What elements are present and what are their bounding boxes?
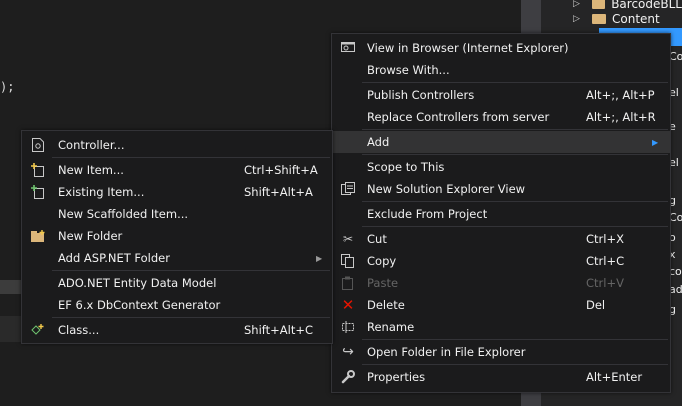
solution-explorer-icon	[340, 181, 356, 197]
folder-icon	[591, 0, 606, 9]
menu-item-publish-controllers[interactable]: Publish Controllers Alt+;, Alt+P	[332, 84, 670, 106]
paste-icon	[340, 275, 356, 291]
scissors-icon: ✂	[342, 232, 354, 246]
menu-item-delete[interactable]: ✕ Delete Del	[332, 294, 670, 316]
browser-icon	[340, 40, 356, 56]
menu-item-properties[interactable]: Properties Alt+Enter	[332, 366, 670, 388]
submenu-arrow-icon: ▶	[652, 137, 659, 147]
menu-item-open-folder[interactable]: ↪ Open Folder in File Explorer	[332, 341, 670, 363]
submenu-arrow-icon: ▶	[316, 253, 323, 263]
menu-item-add[interactable]: Add ▶	[332, 131, 670, 153]
class-icon	[30, 322, 46, 338]
menu-separator	[362, 82, 668, 83]
wrench-icon	[340, 369, 356, 385]
menu-separator	[362, 129, 668, 130]
menu-separator	[362, 154, 668, 155]
submenu-item-new-folder[interactable]: New Folder	[22, 225, 332, 247]
submenu-item-controller[interactable]: Controller...	[22, 134, 332, 156]
folder-open-icon: ↪	[342, 344, 354, 360]
submenu-item-new-item[interactable]: New Item... Ctrl+Shift+A	[22, 159, 332, 181]
new-folder-icon	[30, 228, 46, 244]
menu-separator	[52, 317, 330, 318]
submenu-item-add-aspnet-folder[interactable]: Add ASP.NET Folder ▶	[22, 247, 332, 269]
submenu-item-new-scaffolded-item[interactable]: New Scaffolded Item...	[22, 203, 332, 225]
controller-icon	[30, 137, 46, 153]
rename-icon	[340, 319, 356, 335]
submenu-item-ado-net-entity-data-model[interactable]: ADO.NET Entity Data Model	[22, 272, 332, 294]
menu-separator	[52, 270, 330, 271]
add-submenu: Controller... New Item... Ctrl+Shift+A E…	[21, 130, 333, 344]
submenu-item-existing-item[interactable]: Existing Item... Shift+Alt+A	[22, 181, 332, 203]
tree-item-content[interactable]: ▷ Content	[541, 10, 682, 28]
submenu-item-ef-dbcontext-generator[interactable]: EF 6.x DbContext Generator	[22, 294, 332, 316]
menu-separator	[362, 364, 668, 365]
new-item-icon	[30, 162, 46, 178]
menu-separator	[362, 339, 668, 340]
menu-item-browse-with[interactable]: Browse With...	[332, 59, 670, 81]
menu-separator	[362, 201, 668, 202]
menu-item-paste[interactable]: Paste Ctrl+V	[332, 272, 670, 294]
menu-item-replace-controllers[interactable]: Replace Controllers from server Alt+;, A…	[332, 106, 670, 128]
context-menu: View in Browser (Internet Explorer) Brow…	[331, 33, 671, 393]
code-fragment: );	[0, 80, 15, 94]
menu-separator	[362, 226, 668, 227]
menu-item-copy[interactable]: Copy Ctrl+C	[332, 250, 670, 272]
delete-x-icon: ✕	[341, 296, 355, 314]
menu-item-new-solution-explorer-view[interactable]: New Solution Explorer View	[332, 178, 670, 200]
existing-item-icon	[30, 184, 46, 200]
menu-item-exclude-from-project[interactable]: Exclude From Project	[332, 203, 670, 225]
copy-icon	[340, 253, 356, 269]
menu-item-view-in-browser[interactable]: View in Browser (Internet Explorer)	[332, 37, 670, 59]
menu-item-scope-to-this[interactable]: Scope to This	[332, 156, 670, 178]
menu-separator	[52, 157, 330, 158]
submenu-item-class[interactable]: Class... Shift+Alt+C	[22, 319, 332, 341]
menu-item-cut[interactable]: ✂ Cut Ctrl+X	[332, 228, 670, 250]
expand-arrow-icon[interactable]: ▷	[573, 0, 583, 9]
folder-icon	[592, 14, 606, 24]
expand-arrow-icon[interactable]: ▷	[573, 14, 583, 24]
menu-item-rename[interactable]: Rename	[332, 316, 670, 338]
